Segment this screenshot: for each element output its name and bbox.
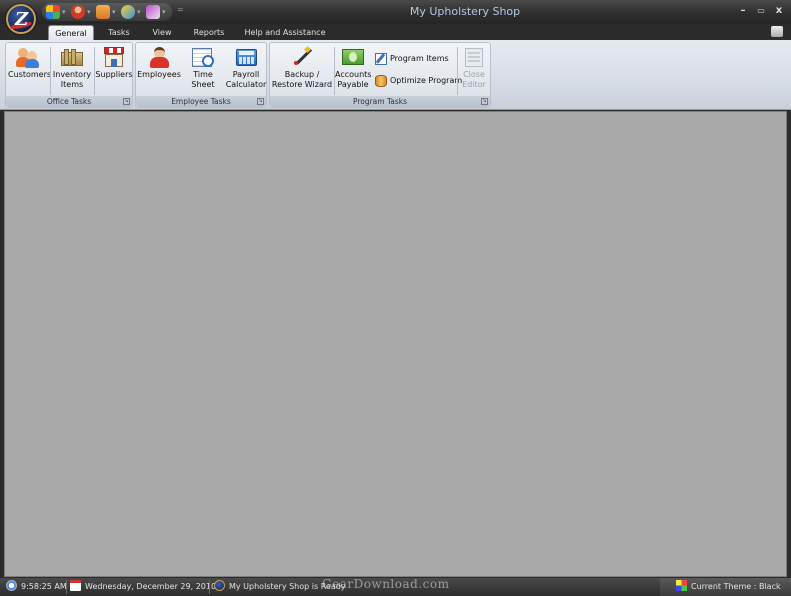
customize-toolbar-icon[interactable]: = <box>177 5 184 14</box>
dialog-launcher-icon[interactable]: ↘ <box>257 98 264 105</box>
status-time: 9:58:25 AM <box>6 578 67 596</box>
mdi-workspace[interactable] <box>4 111 787 577</box>
close-editor-label: Close Editor <box>462 70 486 89</box>
application-menu-button[interactable]: Z <box>6 4 36 34</box>
tab-general[interactable]: General <box>48 25 94 40</box>
close-button[interactable]: x <box>771 4 787 18</box>
suppliers-label: Suppliers <box>95 70 133 79</box>
employees-button[interactable]: Employees <box>137 45 181 97</box>
customers-icon <box>16 46 40 68</box>
timesheet-icon <box>191 46 215 68</box>
payroll-calculator-label: Payroll Calculator <box>225 70 267 89</box>
chevron-down-icon[interactable]: ▾ <box>112 5 119 19</box>
folder-icon[interactable] <box>96 5 110 19</box>
program-items-label: Program Items <box>390 54 449 63</box>
inventory-items-label: Inventory Items <box>52 70 92 89</box>
calculator-icon <box>234 46 258 68</box>
accounts-payable-label: Accounts Payable <box>335 70 372 89</box>
title-bar: ▾ ▾ ▾ ▾ ▾ = My Upholstery Shop – ▭ x <box>0 0 791 24</box>
time-sheet-label: Time Sheet <box>191 70 215 89</box>
suppliers-button[interactable]: Suppliers <box>95 45 133 97</box>
status-divider <box>66 580 67 594</box>
customers-button[interactable]: Customers <box>8 45 52 97</box>
status-date: Wednesday, December 29, 2010 <box>70 578 216 596</box>
tools-icon[interactable] <box>146 5 160 19</box>
minimize-button[interactable]: – <box>735 4 751 18</box>
watermark: GearDownload.com <box>322 577 450 591</box>
wand-icon <box>290 45 314 68</box>
date-text: Wednesday, December 29, 2010 <box>85 582 217 591</box>
calendar-icon <box>70 580 81 591</box>
theme-selector[interactable]: Current Theme : Black <box>660 578 791 596</box>
tab-help-and-assistance[interactable]: Help and Assistance <box>240 25 330 40</box>
ribbon-tabs: General Tasks View Reports Help and Assi… <box>0 24 791 40</box>
office-tasks-group: Customers Inventory Items Suppliers Offi… <box>5 42 133 108</box>
link-icon[interactable] <box>121 5 135 19</box>
money-icon <box>341 46 365 68</box>
status-divider <box>209 580 210 594</box>
chevron-down-icon[interactable]: ▾ <box>62 5 69 19</box>
employees-label: Employees <box>137 70 181 79</box>
app-logo-icon: Z <box>15 9 29 30</box>
chevron-down-icon[interactable]: ▾ <box>162 5 169 19</box>
edit-icon <box>375 53 387 65</box>
employee-tasks-group: Employees Time Sheet Payroll Calculator … <box>135 42 267 108</box>
time-sheet-button[interactable]: Time Sheet <box>181 45 225 97</box>
tab-tasks[interactable]: Tasks <box>101 25 137 40</box>
dialog-launcher-icon[interactable]: ↘ <box>123 98 130 105</box>
windows-icon[interactable] <box>46 5 60 19</box>
status-theme[interactable]: Current Theme : Black <box>676 578 781 596</box>
accounts-payable-button[interactable]: Accounts Payable <box>335 45 371 97</box>
theme-text: Current Theme : Black <box>691 582 781 591</box>
window-title: My Upholstery Shop <box>409 5 521 18</box>
optimize-program-label: Optimize Program <box>390 76 463 85</box>
chevron-down-icon[interactable]: ▾ <box>137 5 144 19</box>
restore-button[interactable]: ▭ <box>753 4 769 18</box>
employee-tasks-label: Employee Tasks <box>136 96 266 107</box>
dialog-launcher-icon[interactable]: ↘ <box>481 98 488 105</box>
suppliers-icon <box>102 46 126 68</box>
employee-icon <box>147 46 171 68</box>
inventory-items-button[interactable]: Inventory Items <box>52 45 92 97</box>
theme-palette-icon <box>676 580 687 591</box>
ribbon-minimize-icon[interactable] <box>771 26 783 37</box>
optimize-program-button[interactable]: Optimize Program <box>374 73 462 89</box>
user-icon[interactable] <box>71 5 85 19</box>
inventory-icon <box>60 46 84 68</box>
ribbon: Customers Inventory Items Suppliers Offi… <box>0 40 791 110</box>
backup-restore-wizard-label: Backup / Restore Wizard <box>271 70 333 89</box>
customers-label: Customers <box>8 70 52 79</box>
program-items-button[interactable]: Program Items <box>374 51 449 67</box>
chevron-down-icon[interactable]: ▾ <box>87 5 94 19</box>
backup-restore-wizard-button[interactable]: Backup / Restore Wizard <box>271 45 333 97</box>
tab-reports[interactable]: Reports <box>187 25 231 40</box>
program-tasks-group: Backup / Restore Wizard Accounts Payable… <box>269 42 491 108</box>
time-text: 9:58:25 AM <box>21 582 67 591</box>
clock-icon <box>6 580 17 591</box>
app-logo-icon <box>214 580 225 591</box>
program-tasks-label: Program Tasks <box>270 96 490 107</box>
tab-view[interactable]: View <box>145 25 179 40</box>
close-editor-icon <box>462 46 486 68</box>
payroll-calculator-button[interactable]: Payroll Calculator <box>225 45 267 97</box>
database-icon <box>375 75 387 87</box>
close-editor-button[interactable]: Close Editor <box>458 45 490 97</box>
office-tasks-label: Office Tasks <box>6 96 132 107</box>
quick-access-toolbar: ▾ ▾ ▾ ▾ ▾ <box>42 3 172 21</box>
